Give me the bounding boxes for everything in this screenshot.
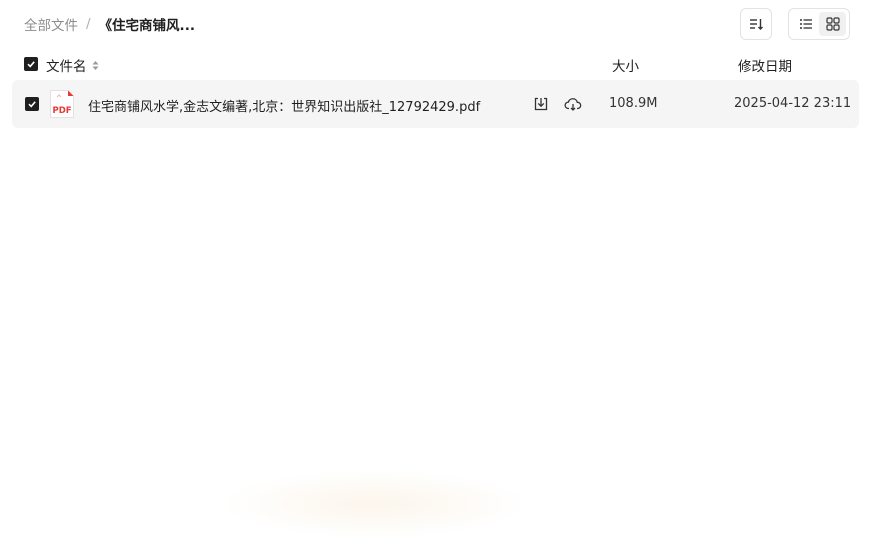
grid-view-icon xyxy=(825,17,840,31)
column-header-name-label: 文件名 xyxy=(46,59,87,75)
download-icon xyxy=(534,97,548,111)
sort-caret-icon xyxy=(92,60,99,71)
sort-descending-icon xyxy=(750,19,763,30)
select-all-checkbox[interactable] xyxy=(24,57,38,71)
row-checkbox[interactable] xyxy=(25,97,39,111)
file-size: 108.9M xyxy=(609,96,658,111)
save-to-cloud-button[interactable] xyxy=(563,94,583,114)
column-header-date[interactable]: 修改日期 xyxy=(738,55,792,75)
table-header: 文件名 大小 修改日期 xyxy=(0,52,874,76)
breadcrumb-separator: / xyxy=(86,16,91,32)
sort-button[interactable] xyxy=(740,8,772,40)
download-button[interactable] xyxy=(531,94,551,114)
table-row[interactable]: PDF 住宅商铺风水学,金志文编著,北京：世界知识出版社_12792429.pd… xyxy=(12,80,859,128)
view-toggle xyxy=(788,8,850,40)
breadcrumb: 全部文件 / 《住宅商铺风... xyxy=(24,14,195,34)
column-header-size[interactable]: 大小 xyxy=(612,55,639,75)
list-view-icon xyxy=(799,19,812,29)
column-header-name[interactable]: 文件名 xyxy=(46,55,99,75)
pdf-file-icon: PDF xyxy=(49,89,75,119)
pdf-type-label: PDF xyxy=(53,106,72,116)
background-glow xyxy=(220,470,530,538)
breadcrumb-root[interactable]: 全部文件 xyxy=(24,14,78,34)
checkmark-icon xyxy=(27,61,35,68)
grid-view-button[interactable] xyxy=(819,12,846,36)
file-name[interactable]: 住宅商铺风水学,金志文编著,北京：世界知识出版社_12792429.pdf xyxy=(88,96,480,115)
cloud-icon xyxy=(564,98,582,111)
breadcrumb-current: 《住宅商铺风... xyxy=(98,18,195,34)
file-modified-date: 2025-04-12 23:11 xyxy=(734,96,852,111)
checkmark-icon xyxy=(28,101,36,108)
list-view-button[interactable] xyxy=(792,12,819,36)
